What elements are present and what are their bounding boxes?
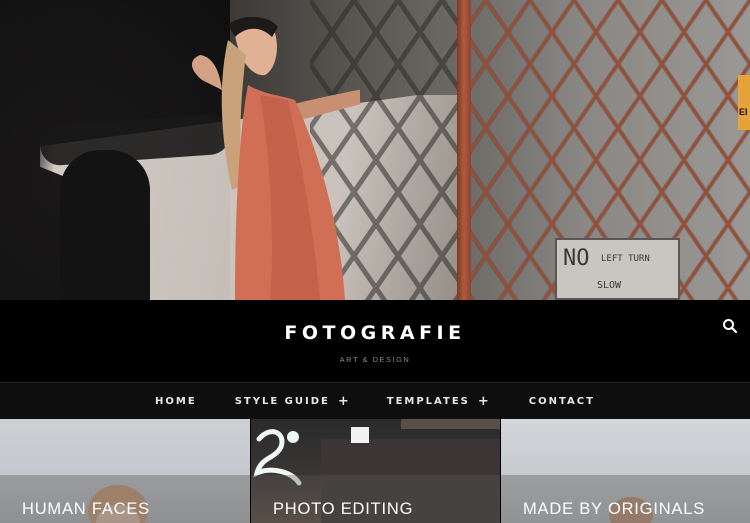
card-title[interactable]: PHOTO EDITING <box>273 500 413 519</box>
card-made-by-originals[interactable]: MADE BY ORIGINALS <box>500 419 750 523</box>
hero-fence <box>310 0 750 300</box>
nav-item-label: HOME <box>155 395 197 407</box>
edge-tag-text: EI <box>739 107 748 117</box>
sign-line-1: NO <box>563 246 590 271</box>
nav-item-templates[interactable]: TEMPLATES + <box>387 394 489 409</box>
card-title[interactable]: HUMAN FACES <box>22 500 150 519</box>
nav-item-label: TEMPLATES <box>386 395 470 407</box>
card-title[interactable]: MADE BY ORIGINALS <box>523 500 705 519</box>
nav-item-contact[interactable]: CONTACT <box>529 396 595 407</box>
hero-edge-tag: EI <box>738 75 750 130</box>
hero-person <box>191 16 360 300</box>
hero-figure-shadow <box>60 150 150 300</box>
search-button[interactable] <box>722 318 738 334</box>
nav-item-label: CONTACT <box>528 395 595 407</box>
sign-line-3: SLOW <box>597 280 622 291</box>
hero-street-sign: NO LEFT TURN SLOW <box>555 238 680 300</box>
nav-item-label: STYLE GUIDE <box>234 395 330 407</box>
featured-cards: HUMAN FACES PHOTO EDITING MADE BY ORIGIN… <box>0 419 750 523</box>
search-icon <box>723 319 738 334</box>
hero-post <box>457 0 471 300</box>
site-tagline: ART & DESIGN <box>339 355 411 364</box>
site-title[interactable]: FOTOGRAFIE <box>0 322 750 344</box>
sign-line-2: LEFT TURN <box>601 254 650 264</box>
main-navigation: HOME STYLE GUIDE + TEMPLATES + CONTACT <box>0 382 750 419</box>
card-human-faces[interactable]: HUMAN FACES <box>0 419 250 523</box>
site-header: FOTOGRAFIE ART & DESIGN <box>0 300 750 382</box>
nav-item-home[interactable]: HOME <box>155 396 197 407</box>
hero-image: NO LEFT TURN SLOW EI <box>0 0 750 300</box>
nav-item-style-guide[interactable]: STYLE GUIDE + <box>235 394 349 409</box>
plus-icon[interactable]: + <box>338 394 349 409</box>
card-photo-editing[interactable]: PHOTO EDITING <box>250 419 500 523</box>
plus-icon[interactable]: + <box>478 394 489 409</box>
